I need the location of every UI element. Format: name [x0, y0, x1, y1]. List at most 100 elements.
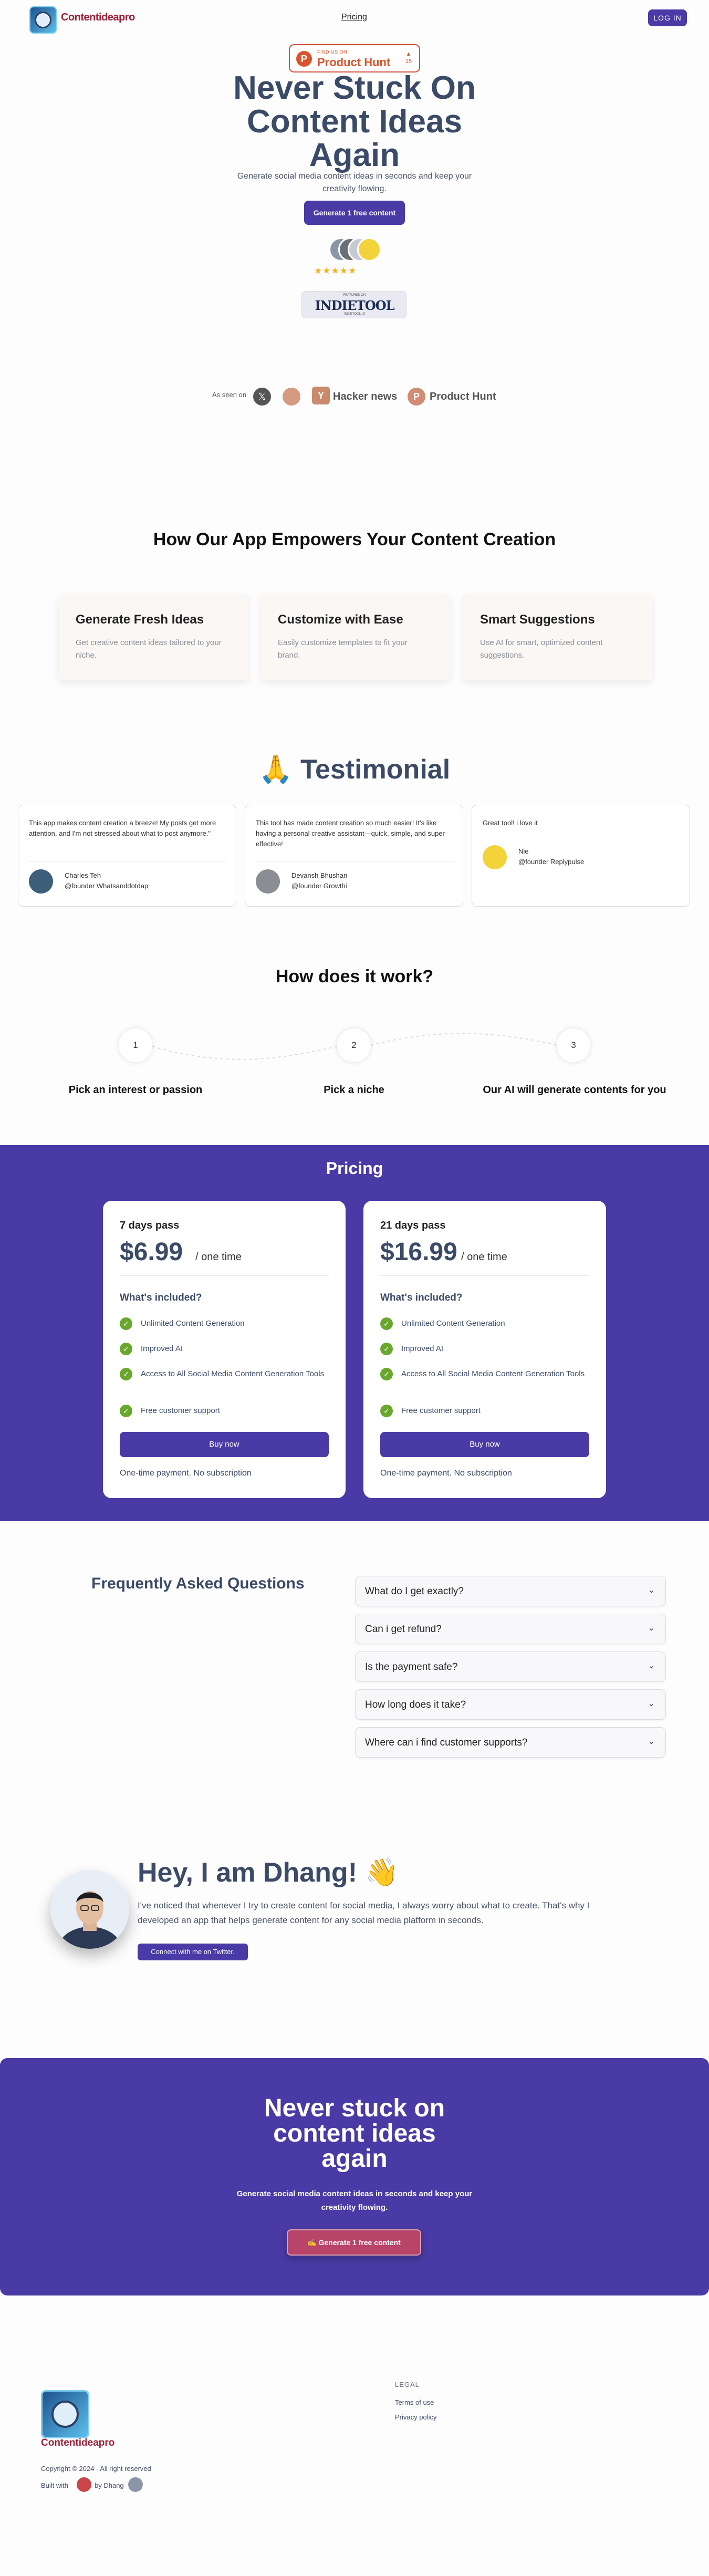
feature-card: Smart Suggestions Use AI for smart, opti… — [463, 594, 652, 680]
terms-link[interactable]: Terms of use — [395, 2398, 434, 2406]
testimonial-name: Devansh Bhushan — [291, 871, 348, 879]
rating-stars: ★★★★★ — [314, 266, 357, 276]
feature-title: Smart Suggestions — [480, 612, 595, 627]
top-navbar: Contentideapro Pricing LOG IN — [0, 0, 709, 37]
check-icon: ✓ — [120, 1343, 132, 1355]
plan-feature-text: Improved AI — [401, 1344, 444, 1353]
faq-item[interactable]: Can i get refund? ⌄ — [355, 1614, 666, 1644]
indietool-bottom-text: INDIETOOL.IO — [343, 313, 366, 316]
upvote-arrow-icon: ▲ — [405, 51, 412, 57]
included-title: What's included? — [380, 1292, 463, 1303]
check-icon: ✓ — [380, 1317, 393, 1330]
indietool-badge[interactable]: FEATURED ON INDIETOOL INDIETOOL.IO — [301, 291, 406, 318]
plan-note: One-time payment. No subscription — [120, 1469, 252, 1478]
reddit-icon — [283, 388, 300, 406]
included-title: What's included? — [120, 1292, 202, 1303]
cta-generate-button[interactable]: ✍️ Generate 1 free content — [287, 2229, 421, 2256]
product-hunt-badge[interactable]: P FIND US ON Product Hunt ▲ 15 — [289, 44, 420, 72]
cta-title: Never stuck on content ideas again — [264, 2094, 445, 2173]
step-label: Our AI will generate contents for you — [483, 1084, 666, 1096]
check-icon: ✓ — [120, 1405, 132, 1417]
faq-item[interactable]: Where can i find customer supports? ⌄ — [355, 1727, 666, 1758]
upvote-number: 15 — [405, 58, 412, 65]
nav-pricing-link[interactable]: Pricing — [341, 13, 367, 22]
cta-subtitle: Generate social media content ideas in s… — [236, 2189, 473, 2212]
testimonial-quote: Great tool! i love it — [483, 819, 538, 827]
feature-desc: Get creative content ideas tailored to y… — [76, 638, 222, 660]
plan-feature-text: Unlimited Content Generation — [141, 1319, 245, 1328]
plan-period: / one time — [195, 1251, 242, 1263]
footer-logo-text: Contentideapro — [41, 2437, 115, 2448]
logo-text[interactable]: Contentideapro — [61, 12, 135, 24]
plan-price: $16.99 — [380, 1238, 457, 1266]
chevron-down-icon: ⌄ — [648, 1586, 655, 1595]
login-button[interactable]: LOG IN — [648, 9, 687, 26]
built-with-text: Built with — [41, 2481, 69, 2489]
plan-feature-text: Access to All Social Media Content Gener… — [141, 1369, 325, 1378]
faq-question: How long does it take? — [365, 1699, 466, 1710]
page: { "header": { "logo_text": "Contentideap… — [0, 0, 709, 2576]
app-logo-icon[interactable] — [29, 6, 57, 34]
legal-title: LEGAL — [395, 2381, 420, 2388]
check-icon: ✓ — [120, 1368, 132, 1380]
privacy-link[interactable]: Privacy policy — [395, 2413, 436, 2421]
step-label: Pick a niche — [324, 1084, 384, 1096]
faq-question: Where can i find customer supports? — [365, 1737, 528, 1748]
connect-twitter-button[interactable]: Connect with me on Twitter. — [138, 1944, 248, 1960]
as-seen-on-label: As seen on — [212, 391, 247, 399]
feature-card: Generate Fresh Ideas Get creative conten… — [59, 594, 248, 680]
testimonial-handle: @founder Whatsanddotdap — [65, 882, 149, 890]
how-title: How does it work? — [275, 967, 434, 986]
plan-name: 21 days pass — [380, 1220, 446, 1231]
founder-photo — [50, 1870, 129, 1949]
user-avatars — [329, 237, 387, 262]
pricing-card: 21 days pass $16.99 / one time What's in… — [363, 1201, 606, 1498]
testimonial-name: Nie — [518, 847, 529, 855]
indietool-name: INDIETOOL — [315, 298, 394, 313]
product-hunt-label: Product Hunt — [430, 391, 496, 402]
plan-price: $6.99 — [120, 1238, 183, 1266]
buy-now-button[interactable]: Buy now — [120, 1432, 329, 1457]
footer-logo-icon[interactable] — [41, 2390, 89, 2438]
chevron-down-icon: ⌄ — [648, 1661, 655, 1670]
divider — [120, 1275, 329, 1276]
hacker-news-icon: Y — [312, 387, 330, 404]
chevron-down-icon: ⌄ — [648, 1624, 655, 1633]
about-title: Hey, I am Dhang! 👋 — [138, 1857, 399, 1888]
faq-item[interactable]: Is the payment safe? ⌄ — [355, 1651, 666, 1682]
chevron-down-icon: ⌄ — [648, 1737, 655, 1746]
faq-question: What do I get exactly? — [365, 1586, 464, 1597]
check-icon: ✓ — [380, 1368, 393, 1380]
hacker-news-label: Hacker news — [333, 391, 398, 402]
check-icon: ✓ — [380, 1405, 393, 1417]
avatar — [357, 237, 381, 262]
built-with-icon — [77, 2477, 91, 2492]
testimonial-title: 🙏 Testimonial — [258, 754, 451, 785]
feature-desc: Easily customize templates to fit your b… — [278, 638, 408, 660]
feature-title: Generate Fresh Ideas — [76, 612, 204, 627]
about-text: I've noticed that whenever I try to crea… — [138, 1900, 590, 1925]
faq-item[interactable]: What do I get exactly? ⌄ — [355, 1576, 666, 1606]
faq-item[interactable]: How long does it take? ⌄ — [355, 1689, 666, 1720]
faq-title: Frequently Asked Questions — [91, 1575, 305, 1592]
avatar — [29, 869, 53, 894]
ph-upvote-count: ▲ 15 — [402, 50, 415, 65]
step-circle: 2 — [337, 1029, 371, 1062]
product-hunt-icon: P — [408, 388, 425, 406]
ph-badge-title: Product Hunt — [317, 56, 391, 69]
generate-free-content-button[interactable]: Generate 1 free content — [304, 201, 405, 225]
testimonial-handle: @founder Growthi — [291, 882, 347, 890]
ph-badge-small-text: FIND US ON — [317, 49, 348, 55]
buy-now-button[interactable]: Buy now — [380, 1432, 589, 1457]
x-twitter-icon: 𝕏 — [253, 388, 271, 406]
cta-section — [0, 2058, 709, 2295]
avatar — [483, 845, 507, 869]
hero-title: Never Stuck On Content Ideas Again — [233, 70, 476, 173]
plan-feature-text: Improved AI — [141, 1344, 183, 1353]
avatar — [256, 869, 280, 894]
testimonial-quote: This app makes content creation a breeze… — [29, 819, 216, 837]
copyright-text: Copyright © 2024 - All right reserved — [41, 2465, 151, 2473]
plan-period: / one time — [461, 1251, 507, 1263]
check-icon: ✓ — [380, 1343, 393, 1355]
plan-name: 7 days pass — [120, 1220, 180, 1231]
